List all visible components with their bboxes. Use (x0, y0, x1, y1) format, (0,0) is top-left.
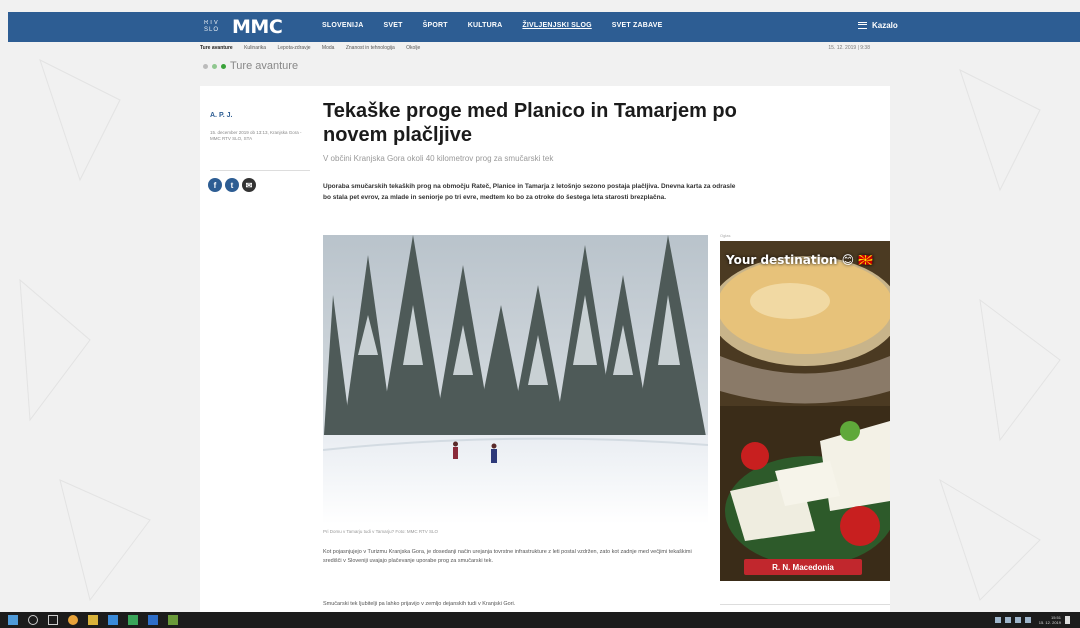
logo-mmc-text: MMC (232, 16, 283, 38)
section-dot-icon (221, 63, 226, 69)
snowy-forest-image (323, 235, 708, 524)
nav-item-kultura[interactable]: KULTURA (468, 22, 503, 29)
taskbar-icons (8, 615, 178, 625)
section-label: Ture avanture (230, 60, 299, 72)
clock-date: 15. 12. 2019 (1038, 620, 1061, 625)
divider (720, 604, 890, 605)
task-view-icon[interactable] (48, 615, 58, 625)
nav-item-svet-zabave[interactable]: SVET ZABAVE (612, 22, 663, 29)
article-author[interactable]: A. P. J. (210, 112, 232, 119)
tray-icon[interactable] (994, 617, 1001, 623)
app-icon[interactable] (128, 615, 138, 625)
main-nav: SLOVENIJA SVET ŠPORT KULTURA ŽIVLJENJSKI… (322, 22, 682, 29)
top-navigation-bar: RTV SLO MMC SLOVENIJA SVET ŠPORT KULTURA… (8, 12, 1080, 42)
subnav-item-kulinarika[interactable]: Kulinarika (244, 45, 266, 51)
section-dot-icon (212, 63, 217, 69)
twitter-icon[interactable]: t (225, 178, 239, 192)
ad-cta-button[interactable]: R. N. Macedonia (744, 559, 862, 575)
photo-caption: Pri Domu v Tamarju tudi v Tamarju? Foto:… (323, 529, 439, 534)
subnav-item-lepota[interactable]: Lepota-zdravje (277, 45, 310, 51)
app-icon[interactable] (108, 615, 118, 625)
app-icon[interactable] (168, 615, 178, 625)
menu-label: Kazalo (872, 21, 898, 30)
file-explorer-icon[interactable] (88, 615, 98, 625)
sub-navigation: Ture avanture Kulinarika Lepota-zdravje … (200, 45, 880, 54)
network-icon[interactable] (1014, 617, 1021, 623)
subnav-item-moda[interactable]: Moda (322, 45, 335, 51)
advertisement-banner[interactable]: Your destination 😊 🇲🇰 R. N. Macedonia (720, 241, 890, 581)
section-breadcrumb[interactable]: Ture avanture (203, 60, 298, 72)
volume-icon[interactable] (1024, 617, 1031, 623)
notification-icon[interactable] (1065, 616, 1070, 624)
nav-item-sport[interactable]: ŠPORT (423, 22, 448, 29)
hamburger-icon (858, 22, 867, 29)
mmc-logo[interactable]: RTV SLO MMC (204, 16, 283, 38)
subnav-item-okolje[interactable]: Okolje (406, 45, 420, 51)
article-paragraph: Kot pojasnjujejo v Turizmu Kranjska Gora… (323, 549, 692, 564)
windows-taskbar: 15:51 15. 12. 2019 (0, 612, 1080, 628)
search-icon[interactable] (28, 615, 38, 625)
app-icon[interactable] (148, 615, 158, 625)
article-paragraph: Smučarski tek ljubitelji pa lahko prijav… (323, 601, 516, 607)
system-tray: 15:51 15. 12. 2019 (994, 615, 1070, 625)
share-buttons: f t ✉ (208, 178, 256, 192)
nav-item-svet[interactable]: SVET (383, 22, 402, 29)
article-photo[interactable] (323, 235, 708, 524)
ad-label: Oglas (720, 233, 731, 238)
article-subtitle: V občini Kranjska Gora okoli 40 kilometr… (323, 154, 554, 163)
email-icon[interactable]: ✉ (242, 178, 256, 192)
article-meta: 15. december 2019 ob 13:13, Kranjska Gor… (210, 130, 302, 141)
section-dot-icon (203, 63, 208, 69)
windows-start-icon[interactable] (8, 615, 18, 625)
ad-headline: Your destination 😊 🇲🇰 (726, 253, 874, 267)
article-title: Tekaške proge med Planico in Tamarjem po… (323, 100, 737, 146)
logo-rtv-slo: RTV SLO (204, 20, 220, 33)
divider (210, 170, 310, 171)
nav-item-slovenija[interactable]: SLOVENIJA (322, 22, 363, 29)
subnav-item-znanost[interactable]: Znanost in tehnologija (346, 45, 395, 51)
tray-icon[interactable] (1004, 617, 1011, 623)
chrome-icon[interactable] (68, 615, 78, 625)
nav-item-zivljenjski-slog[interactable]: ŽIVLJENJSKI SLOG (522, 22, 591, 29)
menu-button[interactable]: Kazalo (858, 21, 898, 30)
current-date: 15. 12. 2019 | 9:38 (828, 45, 870, 51)
ad-food-image (720, 241, 890, 581)
article-lead: Uporaba smučarskih tekaških prog na obmo… (323, 183, 736, 201)
subnav-item-ture-avanture[interactable]: Ture avanture (200, 45, 233, 51)
facebook-icon[interactable]: f (208, 178, 222, 192)
system-clock[interactable]: 15:51 15. 12. 2019 (1039, 615, 1061, 625)
